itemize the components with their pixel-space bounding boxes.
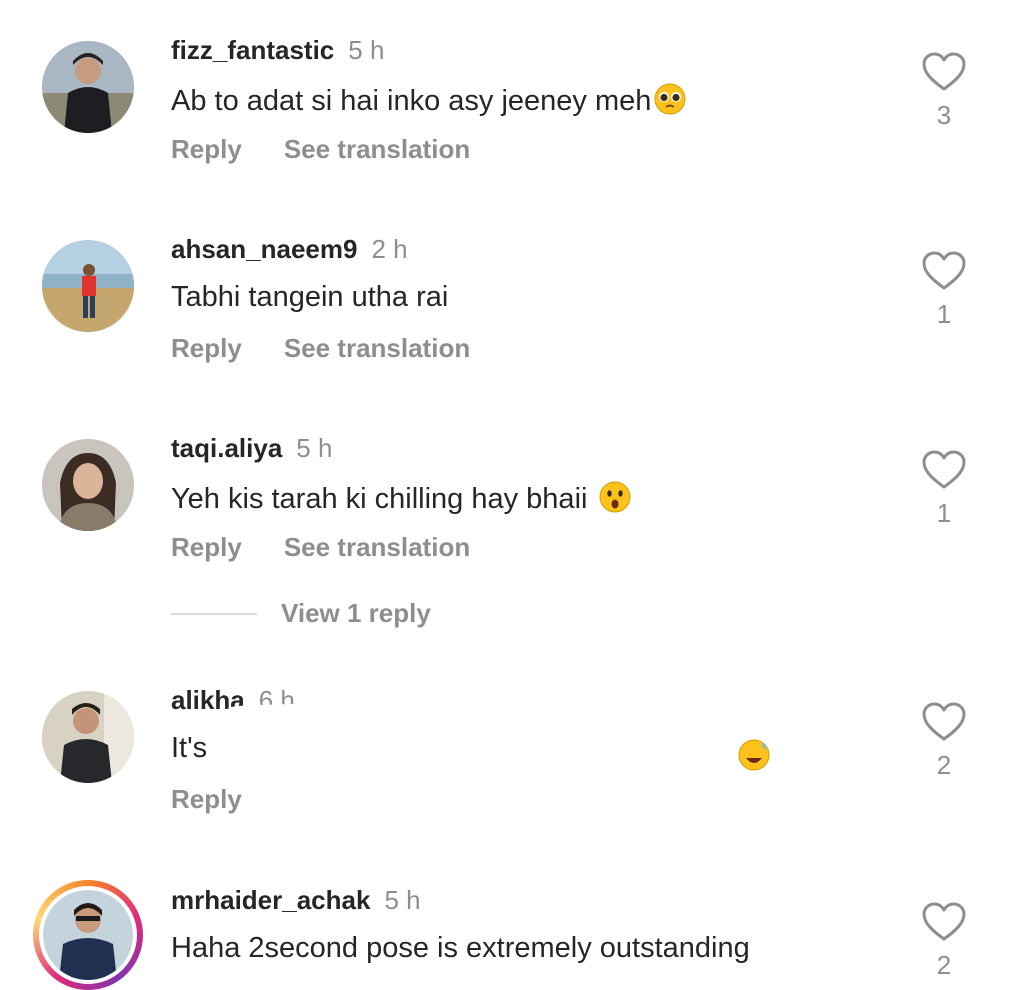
- timestamp: 2 h: [371, 234, 408, 264]
- avatar[interactable]: [42, 41, 134, 133]
- username[interactable]: mrhaider_achak 5 h: [171, 885, 421, 916]
- comment-actions: Reply See translation: [171, 134, 470, 165]
- like-control: 1: [920, 450, 968, 529]
- reply-button[interactable]: Reply: [171, 333, 242, 363]
- heart-icon[interactable]: [922, 702, 966, 742]
- avatar-story-ring[interactable]: [33, 880, 143, 990]
- see-translation-button[interactable]: See translation: [284, 333, 470, 363]
- view-replies-button[interactable]: View 1 reply: [281, 598, 431, 628]
- heart-icon[interactable]: [922, 450, 966, 490]
- avatar[interactable]: [42, 439, 134, 531]
- like-control: 2: [920, 902, 968, 981]
- comment-text: Yeh kis tarah ki chilling hay bhaii: [171, 480, 632, 516]
- username[interactable]: ahsan_naeem9 2 h: [171, 234, 408, 265]
- avatar: [43, 890, 133, 980]
- heart-icon[interactable]: [922, 52, 966, 92]
- redaction-overlay: [228, 743, 758, 777]
- comment-text: It's: [171, 732, 208, 764]
- reply-button[interactable]: Reply: [171, 134, 242, 164]
- avatar[interactable]: [42, 691, 134, 783]
- like-control: 2: [920, 702, 968, 781]
- heart-icon[interactable]: [922, 902, 966, 942]
- like-count: 3: [936, 100, 952, 130]
- comment-actions: Reply: [171, 784, 242, 815]
- divider-line: [171, 612, 257, 615]
- like-control: 3: [920, 52, 968, 131]
- see-translation-button[interactable]: See translation: [284, 134, 470, 164]
- astonished-face-emoji-icon: [599, 481, 631, 513]
- view-replies: View 1 reply: [171, 598, 431, 629]
- comment-text: Ab to adat si hai inko asy jeeney meh: [171, 82, 687, 118]
- reply-button[interactable]: Reply: [171, 784, 242, 814]
- like-count: 1: [936, 299, 952, 329]
- comment-actions: Reply See translation: [171, 333, 470, 364]
- avatar-ring-gap: [39, 886, 137, 984]
- username[interactable]: taqi.aliya 5 h: [171, 433, 332, 464]
- username[interactable]: fizz_fantastic 5 h: [171, 35, 384, 66]
- reply-button[interactable]: Reply: [171, 532, 242, 562]
- comment-actions: Reply See translation: [171, 532, 470, 563]
- pleading-face-emoji-icon: [654, 83, 686, 115]
- comment-text: Haha 2second pose is extremely outstandi…: [171, 932, 750, 964]
- avatar[interactable]: [42, 240, 134, 332]
- timestamp: 5 h: [348, 35, 385, 65]
- timestamp: 5 h: [384, 885, 421, 915]
- see-translation-button[interactable]: See translation: [284, 532, 470, 562]
- grinning-sweat-emoji-icon: [738, 739, 770, 771]
- like-count: 2: [936, 750, 952, 780]
- like-count: 2: [936, 950, 952, 980]
- timestamp: 5 h: [296, 433, 333, 463]
- heart-icon[interactable]: [922, 251, 966, 291]
- comment-text: Tabhi tangein utha rai: [171, 281, 449, 313]
- like-control: 1: [920, 251, 968, 330]
- like-count: 1: [936, 498, 952, 528]
